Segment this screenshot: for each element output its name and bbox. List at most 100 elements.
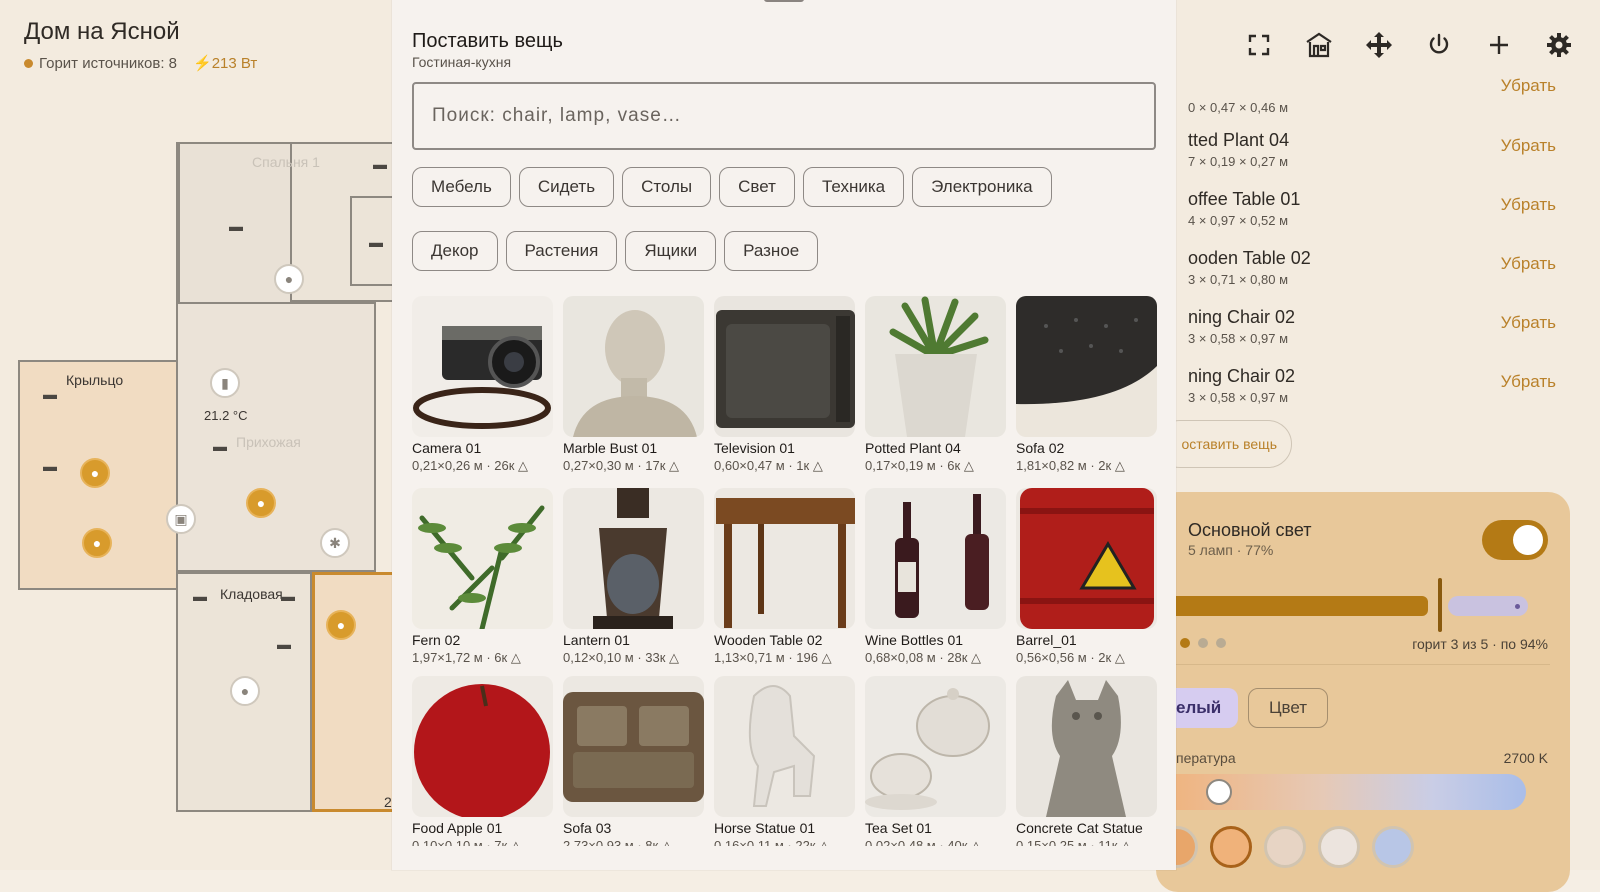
lamp-off-icon[interactable]: ● — [274, 264, 304, 294]
main-light-card: Основной свет 5 ламп · 77% горит 3 из 5 … — [1156, 492, 1570, 892]
furniture-chair-icon[interactable]: ▬ — [274, 586, 302, 606]
drag-handle[interactable] — [764, 0, 804, 2]
item-card-wine-bottles[interactable]: Wine Bottles 01 0,68×0,08 м · 28к △ — [865, 488, 1006, 670]
lights-on-count: Горит источников: 8 — [39, 54, 178, 72]
lamp-on-icon[interactable]: ● — [80, 458, 110, 488]
page-dot[interactable] — [1216, 638, 1226, 648]
lamp-on-icon[interactable]: ● — [82, 528, 112, 558]
color-swatch[interactable] — [1372, 826, 1414, 868]
brightness-slider-rest[interactable] — [1448, 596, 1528, 616]
list-item: tted Plant 04 7 × 0,19 × 0,27 м Убрать — [1176, 130, 1556, 186]
item-card-cat-statue[interactable]: Concrete Cat Statue 0,15×0,25 м · 11к △ — [1016, 676, 1157, 846]
item-name: Tea Set 01 — [865, 820, 932, 836]
plant-thumbnail — [865, 296, 1006, 437]
chip-misc[interactable]: Разное — [724, 231, 819, 271]
furniture-chair-icon[interactable]: ▬ — [36, 384, 64, 404]
item-card-horse-statue[interactable]: Horse Statue 01 0,16×0,11 м · 22к △ — [714, 676, 855, 846]
color-temp-thumb[interactable] — [1206, 779, 1232, 805]
list-item: ooden Table 02 3 × 0,71 × 0,80 м Убрать — [1176, 248, 1556, 304]
chip-decor[interactable]: Декор — [412, 231, 498, 271]
item-card-sofa-03[interactable]: Sofa 03 2,73×0,93 м · 8к △ — [563, 676, 704, 846]
item-card-potted-plant[interactable]: Potted Plant 04 0,17×0,19 м · 6к △ — [865, 296, 1006, 478]
item-card-tea-set[interactable]: Tea Set 01 0,02×0,48 м · 40к △ — [865, 676, 1006, 846]
item-card-wooden-table[interactable]: Wooden Table 02 1,13×0,71 м · 196 △ — [714, 488, 855, 670]
item-meta: 1,97×1,72 м · 6к △ — [412, 650, 521, 665]
search-input[interactable] — [412, 82, 1156, 150]
furniture-chair-icon[interactable]: ▬ — [270, 634, 298, 654]
chip-light[interactable]: Свет — [719, 167, 795, 207]
item-name: Sofa 03 — [563, 820, 612, 836]
house-plan-icon[interactable] — [1302, 28, 1336, 62]
motion-sensor-icon[interactable]: ✱ — [320, 528, 350, 558]
brightness-slider-fill[interactable] — [1156, 596, 1428, 616]
lamp-off-icon[interactable]: ● — [230, 676, 260, 706]
item-name: Fern 02 — [412, 632, 461, 648]
light-status: горит 3 из 5 · по 94% — [1412, 636, 1548, 652]
remove-button[interactable]: Убрать — [1501, 76, 1556, 96]
room-label-hall: Прихожая — [236, 434, 301, 450]
temperature-label: пература — [1176, 750, 1236, 766]
item-name: Camera 01 — [412, 440, 482, 456]
item-card-sofa-02[interactable]: Sofa 02 1,81×0,82 м · 2к △ — [1016, 296, 1157, 478]
page-dot[interactable] — [1198, 638, 1208, 648]
plus-icon[interactable] — [1482, 28, 1516, 62]
item-meta: 0,15×0,25 м · 11к △ — [1016, 838, 1132, 846]
chip-seating[interactable]: Сидеть — [518, 167, 615, 207]
chip-appliances[interactable]: Техника — [802, 167, 905, 207]
power-icon[interactable] — [1422, 28, 1456, 62]
horse-thumbnail — [714, 676, 855, 817]
item-card-television[interactable]: Television 01 0,60×0,47 м · 1к △ — [714, 296, 855, 478]
item-meta: 1,81×0,82 м · 2к △ — [1016, 458, 1125, 473]
apple-thumbnail — [412, 676, 553, 817]
floor-plan[interactable]: Спальня 1 Крыльцо Прихожая Кладовая 2 21… — [0, 120, 416, 840]
place-item-button[interactable]: оставить вещь — [1156, 420, 1292, 468]
item-name: Food Apple 01 — [412, 820, 503, 836]
brightness-slider-thumb[interactable] — [1438, 578, 1442, 632]
chip-furniture[interactable]: Мебель — [412, 167, 511, 207]
furniture-chair-icon[interactable]: ▬ — [186, 586, 214, 606]
chip-electronics[interactable]: Электроника — [912, 167, 1052, 207]
chip-plants[interactable]: Растения — [505, 231, 618, 271]
item-meta: 0,60×0,47 м · 1к △ — [714, 458, 823, 473]
furniture-chair-icon[interactable]: ▬ — [36, 456, 64, 476]
color-swatch[interactable] — [1210, 826, 1252, 868]
camera-thumbnail — [412, 296, 553, 437]
item-card-barrel[interactable]: Barrel_01 0,56×0,56 м · 2к △ — [1016, 488, 1157, 670]
temperature-value: 2700 K — [1503, 750, 1548, 766]
power-value: 213 Вт — [211, 55, 258, 72]
furniture-chair-icon[interactable]: ▬ — [362, 232, 390, 252]
item-meta: 0,56×0,56 м · 2к △ — [1016, 650, 1125, 665]
lamp-on-icon[interactable]: ● — [246, 488, 276, 518]
furniture-chair-icon[interactable]: ▬ — [222, 216, 250, 236]
mode-color-button[interactable]: Цвет — [1248, 688, 1328, 728]
remove-button[interactable]: Убрать — [1501, 372, 1556, 392]
color-swatch[interactable] — [1318, 826, 1360, 868]
remove-button[interactable]: Убрать — [1501, 136, 1556, 156]
list-item: 0 × 0,47 × 0,46 м Убрать — [1176, 76, 1556, 132]
item-card-lantern[interactable]: Lantern 01 0,12×0,10 м · 33к △ — [563, 488, 704, 670]
furniture-chair-icon[interactable]: ▬ — [366, 154, 394, 174]
lamp-on-icon[interactable]: ● — [326, 610, 356, 640]
remove-button[interactable]: Убрать — [1501, 313, 1556, 333]
fullscreen-icon[interactable] — [1242, 28, 1276, 62]
item-name: Horse Statue 01 — [714, 820, 816, 836]
door-lock-icon[interactable]: ▣ — [166, 504, 196, 534]
move-icon[interactable] — [1362, 28, 1396, 62]
remove-button[interactable]: Убрать — [1501, 254, 1556, 274]
light-toggle[interactable] — [1482, 520, 1548, 560]
remove-button[interactable]: Убрать — [1501, 195, 1556, 215]
page-dot[interactable] — [1180, 638, 1190, 648]
furniture-chair-icon[interactable]: ▬ — [206, 436, 234, 456]
chip-tables[interactable]: Столы — [622, 167, 712, 207]
item-meta: 0,68×0,08 м · 28к △ — [865, 650, 982, 665]
chip-boxes[interactable]: Ящики — [625, 231, 717, 271]
item-card-marble-bust[interactable]: Marble Bust 01 0,27×0,30 м · 17к △ — [563, 296, 704, 478]
color-swatch[interactable] — [1264, 826, 1306, 868]
item-card-apple[interactable]: Food Apple 01 0,10×0,10 м · 7к △ — [412, 676, 553, 846]
item-card-camera[interactable]: Camera 01 0,21×0,26 м · 26к △ — [412, 296, 553, 478]
item-card-fern[interactable]: Fern 02 1,97×1,72 м · 6к △ — [412, 488, 553, 670]
gear-icon[interactable] — [1542, 28, 1576, 62]
thermometer-icon[interactable]: ▮ — [210, 368, 240, 398]
room-label-bedroom: Спальня 1 — [252, 154, 320, 170]
category-chips-row-1: Мебель Сидеть Столы Свет Техника Электро… — [412, 167, 1052, 207]
